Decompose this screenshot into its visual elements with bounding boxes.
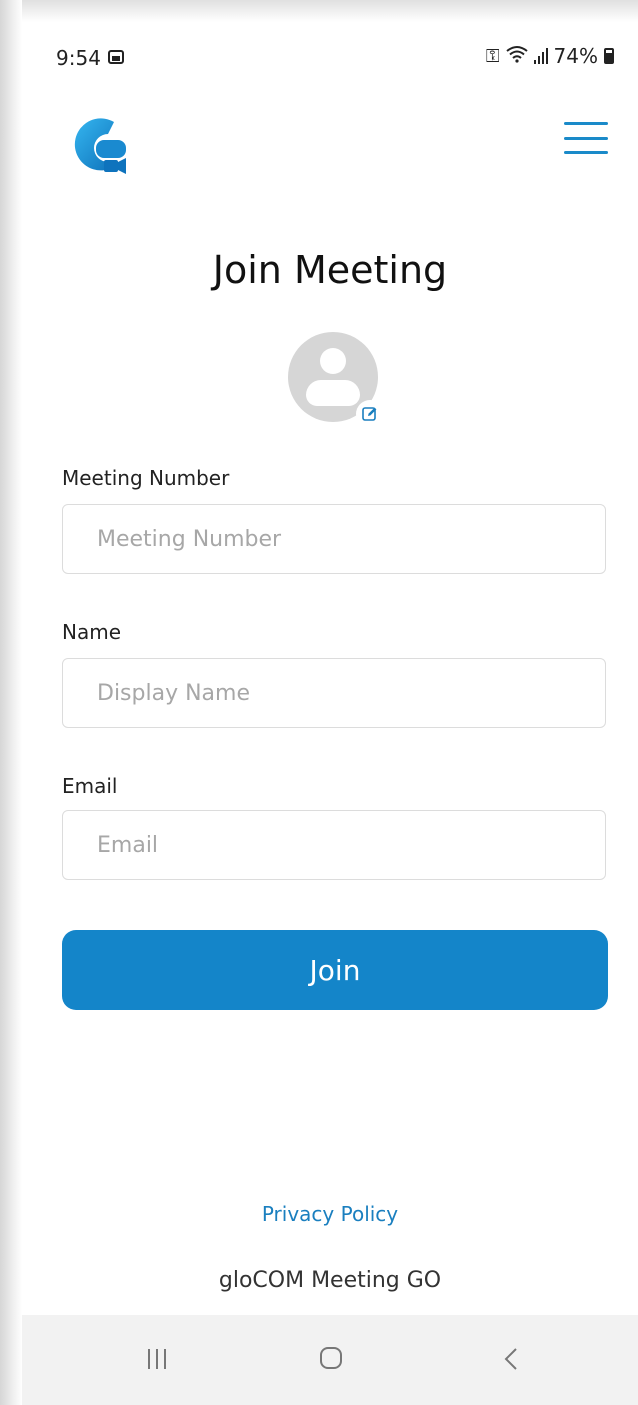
phone-screen: 9:54 ⚿ 74% Join Meeting Meeting Number M… bbox=[22, 22, 638, 1405]
vpn-key-icon: ⚿ bbox=[485, 45, 500, 67]
email-label: Email bbox=[62, 774, 118, 798]
menu-bar-middle bbox=[564, 136, 608, 140]
battery-icon bbox=[604, 48, 614, 64]
join-button[interactable]: Join bbox=[62, 930, 608, 1010]
name-label: Name bbox=[62, 620, 122, 644]
edit-icon[interactable] bbox=[356, 400, 384, 428]
frame-shadow-left bbox=[0, 0, 22, 1405]
page-title: Join Meeting bbox=[212, 248, 448, 292]
hamburger-menu-icon[interactable] bbox=[564, 122, 608, 154]
status-icons: ⚿ 74% bbox=[486, 44, 614, 68]
battery-percent: 74% bbox=[553, 44, 598, 68]
glocom-meeting-logo-icon bbox=[68, 112, 144, 184]
menu-bar-bottom bbox=[564, 151, 608, 154]
status-bar: 9:54 ⚿ 74% bbox=[22, 22, 638, 94]
meeting-number-input[interactable] bbox=[62, 504, 606, 574]
frame-shadow-top bbox=[0, 0, 638, 22]
meeting-number-label: Meeting Number bbox=[62, 466, 230, 490]
email-input[interactable] bbox=[62, 810, 606, 880]
app-frame: 9:54 ⚿ 74% Join Meeting Meeting Number M… bbox=[0, 0, 638, 1405]
gallery-icon bbox=[108, 50, 124, 64]
back-icon[interactable] bbox=[500, 1345, 524, 1373]
avatar[interactable] bbox=[288, 332, 384, 428]
privacy-policy-link[interactable]: Privacy Policy bbox=[22, 1202, 638, 1226]
system-nav-bar bbox=[22, 1315, 638, 1405]
recent-apps-icon[interactable] bbox=[148, 1349, 166, 1369]
signal-icon bbox=[533, 48, 548, 64]
wifi-icon bbox=[505, 45, 528, 68]
home-icon[interactable] bbox=[320, 1347, 342, 1369]
status-time: 9:54 bbox=[56, 46, 101, 70]
app-name: gloCOM Meeting GO bbox=[218, 1268, 442, 1293]
display-name-input[interactable] bbox=[62, 658, 606, 728]
menu-bar-top bbox=[564, 122, 608, 125]
